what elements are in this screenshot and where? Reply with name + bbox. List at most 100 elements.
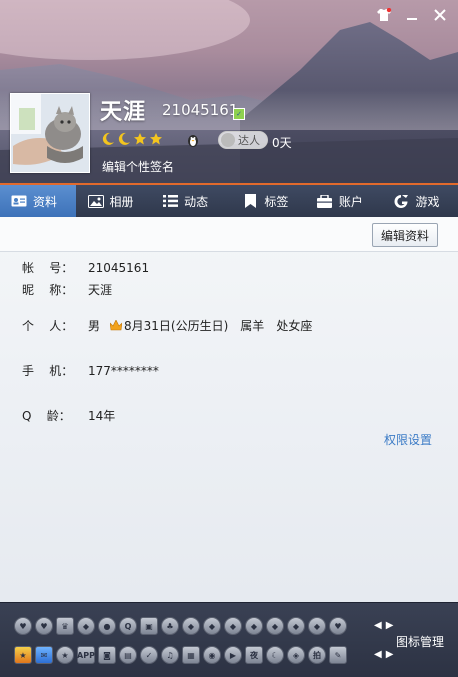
nickname-row: 昵 称： 天涯 xyxy=(22,281,112,298)
profile-window: 天涯 21045161 ✓ 达人 0天 编辑个性签名 资料 相册 动态 标签 账… xyxy=(0,0,458,677)
profile-content: 编辑资料 帐 号： 21045161 昵 称： 天涯 个 人： 男 8月31日(… xyxy=(0,217,458,602)
moon-level-icon xyxy=(102,132,114,145)
phone-row: 手 机： 177******** xyxy=(22,362,159,379)
account-label: 帐 号： xyxy=(22,261,74,275)
arrow-left-icon[interactable]: ◀ xyxy=(374,620,382,631)
box-icon[interactable]: ▤ xyxy=(119,646,137,664)
icon-manager-button[interactable]: 图标管理 xyxy=(396,633,444,650)
tab-label: 游戏 xyxy=(415,194,440,209)
minimize-icon[interactable] xyxy=(402,6,422,24)
personal-label: 个 人： xyxy=(22,319,74,333)
app-icon[interactable]: APP xyxy=(77,646,95,664)
qq-id-badge-icon[interactable]: ✓ xyxy=(233,108,245,120)
video-icon[interactable]: ▶ xyxy=(224,646,242,664)
diamond-purple-icon[interactable]: ◆ xyxy=(266,617,284,635)
shield-icon[interactable]: ✓ xyxy=(140,646,158,664)
content-toolbar: 编辑资料 xyxy=(0,217,458,252)
constellation-value: 处女座 xyxy=(276,319,313,333)
close-icon[interactable] xyxy=(430,6,450,24)
tab-feed[interactable]: 动态 xyxy=(152,185,230,217)
mail-icon[interactable]: ✉ xyxy=(35,646,53,664)
qage-row: Q 龄： 14年 xyxy=(22,407,115,424)
tab-label: 资料 xyxy=(33,194,58,209)
profile-name: 天涯 xyxy=(100,100,147,125)
feed-list-icon xyxy=(162,193,178,209)
gift-icon[interactable]: ▦ xyxy=(182,646,200,664)
diamond-green-icon[interactable]: ◆ xyxy=(287,617,305,635)
signature-edit[interactable]: 编辑个性签名 xyxy=(102,158,174,175)
qq-number: 21045161 xyxy=(162,101,239,119)
permissions-link[interactable]: 权限设置 xyxy=(384,431,432,448)
heart-diamond-icon[interactable]: ♥ xyxy=(329,617,347,635)
disc-icon[interactable]: ◉ xyxy=(203,646,221,664)
tab-label: 相册 xyxy=(109,194,134,209)
moon-level-icon xyxy=(118,132,130,145)
daren-label: 达人 xyxy=(238,134,260,147)
daren-icon xyxy=(221,133,235,147)
moon-icon[interactable]: ☾ xyxy=(266,646,284,664)
diamond-icon[interactable]: ◆ xyxy=(77,617,95,635)
personal-row: 个 人： 男 8月31日(公历生日) 属羊 处女座 xyxy=(22,317,312,334)
star-level-icon xyxy=(150,133,162,145)
arrow-right-icon[interactable]: ▶ xyxy=(386,649,394,660)
monitor-icon[interactable]: ▣ xyxy=(140,617,158,635)
account-row: 帐 号： 21045161 xyxy=(22,259,149,276)
pet-icon[interactable]: ♣ xyxy=(161,617,179,635)
photo-badge-icon[interactable]: 拍 xyxy=(308,646,326,664)
qq-level[interactable] xyxy=(101,132,163,146)
star-icon[interactable]: ★ xyxy=(56,646,74,664)
zodiac-value: 属羊 xyxy=(240,319,265,333)
diamond-blue-icon[interactable]: ◆ xyxy=(203,617,221,635)
wallet-icon xyxy=(317,193,333,209)
avatar[interactable] xyxy=(10,93,90,173)
account-value: 21045161 xyxy=(88,260,150,275)
tab-account[interactable]: 账户 xyxy=(307,185,382,217)
heart-badge-icon[interactable]: ♥ xyxy=(14,617,32,635)
music-icon[interactable]: ♫ xyxy=(161,646,179,664)
tab-album[interactable]: 相册 xyxy=(76,185,153,217)
profile-card-icon xyxy=(11,193,27,209)
game-icon xyxy=(393,193,409,209)
phone-value: 177******** xyxy=(88,363,159,378)
night-icon[interactable]: 夜 xyxy=(245,646,263,664)
gender-value: 男 xyxy=(88,319,101,333)
diamond-red-icon[interactable]: ◆ xyxy=(245,617,263,635)
tab-bar: 资料 相册 动态 标签 账户 游戏 xyxy=(0,185,458,217)
arrow-left-icon[interactable]: ◀ xyxy=(374,649,382,660)
tab-profile[interactable]: 资料 xyxy=(0,185,76,217)
tab-games[interactable]: 游戏 xyxy=(381,185,458,217)
diamond-vip-icon[interactable]: ◆ xyxy=(182,617,200,635)
diamond-yellow-icon[interactable]: ◆ xyxy=(224,617,242,635)
security-icon[interactable]: ◈ xyxy=(287,646,305,664)
icon-row-top: ♥ ♥ ♛ ◆ ● Q ▣ ♣ ◆ ◆ ◆ ◆ ◆ ◆ ◆ ♥ xyxy=(14,617,347,635)
penguin-icon[interactable] xyxy=(186,132,200,148)
qq-show-icon[interactable]: Q xyxy=(119,617,137,635)
tab-tags[interactable]: 标签 xyxy=(230,185,307,217)
icon-row-top-arrows: ◀ ▶ xyxy=(374,620,393,631)
heart-badge-icon[interactable]: ♥ xyxy=(35,617,53,635)
qq-space-icon[interactable]: ★ xyxy=(14,646,32,664)
trophy-icon[interactable]: ♛ xyxy=(56,617,74,635)
daren-days: 0天 xyxy=(272,136,292,150)
edit-profile-button[interactable]: 编辑资料 xyxy=(372,223,438,247)
skin-shirt-icon[interactable] xyxy=(374,6,394,24)
arrow-right-icon[interactable]: ▶ xyxy=(386,620,394,631)
daren-button[interactable]: 达人 xyxy=(218,131,268,149)
nickname-value: 天涯 xyxy=(88,283,113,297)
window-controls xyxy=(374,6,450,24)
diamond-pink-icon[interactable]: ◆ xyxy=(308,617,326,635)
tab-label: 账户 xyxy=(338,194,363,209)
star-level-icon xyxy=(134,133,146,145)
crown-icon xyxy=(110,320,123,331)
icon-row-bottom-arrows: ◀ ▶ xyxy=(374,649,393,660)
qage-value: 14年 xyxy=(88,409,116,423)
penguin-badge-icon[interactable]: ● xyxy=(98,617,116,635)
icon-bar: ♥ ♥ ♛ ◆ ● Q ▣ ♣ ◆ ◆ ◆ ◆ ◆ ◆ ◆ ♥ ◀ ▶ ★ ✉ … xyxy=(0,602,458,677)
edit-badge-icon[interactable]: ✎ xyxy=(329,646,347,664)
photo-icon xyxy=(87,193,104,209)
phone-label: 手 机： xyxy=(22,364,74,378)
profile-header: 天涯 21045161 ✓ 达人 0天 编辑个性签名 xyxy=(0,0,458,185)
icon-row-bottom: ★ ✉ ★ APP ◙ ▤ ✓ ♫ ▦ ◉ ▶ 夜 ☾ ◈ 拍 ✎ xyxy=(14,646,347,664)
camera-icon[interactable]: ◙ xyxy=(98,646,116,664)
nickname-label: 昵 称： xyxy=(22,283,74,297)
